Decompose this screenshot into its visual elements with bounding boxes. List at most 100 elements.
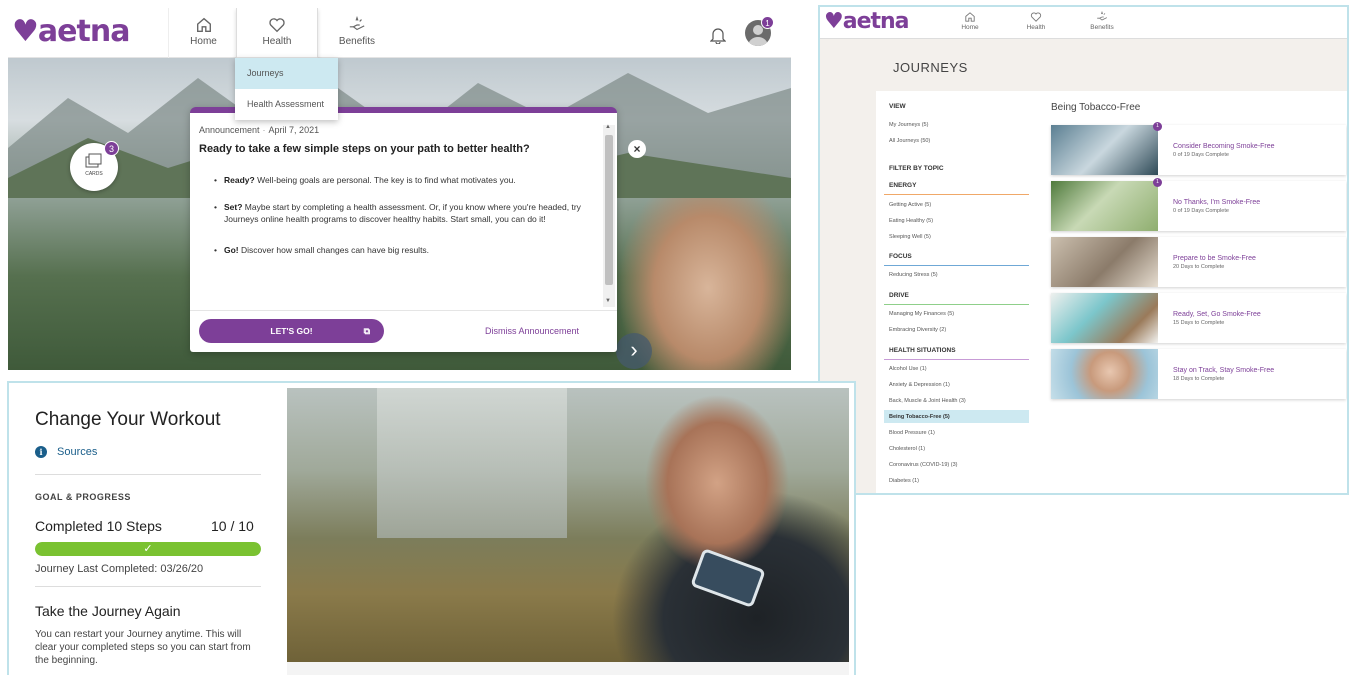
filter-item-selected[interactable]: Being Tobacco-Free (5) (889, 414, 950, 420)
journey-badge: 1 (1153, 122, 1162, 131)
announcement-date: April 7, 2021 (268, 125, 320, 135)
filter-item[interactable]: Getting Active (5) (889, 202, 931, 208)
journey-results: Being Tobacco-Free 1 Consider Becoming S… (1039, 91, 1347, 493)
nav-benefits-label: Benefits (1090, 24, 1114, 31)
close-icon[interactable]: × (628, 140, 646, 158)
workout-photo (287, 388, 849, 662)
journey-thumbnail (1051, 349, 1158, 399)
divider (35, 474, 261, 475)
filter-item[interactable]: Reducing Stress (5) (889, 272, 938, 278)
filter-item[interactable]: Embracing Diversity (2) (889, 327, 946, 333)
filter-item[interactable]: Diabetes (1) (889, 478, 919, 484)
nav-health[interactable]: Health (1016, 7, 1056, 39)
next-slide-button[interactable]: › (616, 333, 652, 369)
photo-footer-strip (287, 662, 849, 675)
filter-my-journeys[interactable]: My Journeys (5) (889, 122, 928, 128)
results-heading: Being Tobacco-Free (1051, 102, 1141, 113)
divider (190, 310, 617, 311)
menu-item-health-assessment[interactable]: Health Assessment (235, 89, 338, 120)
announcement-meta: Announcement · April 7, 2021 (199, 125, 320, 135)
info-icon[interactable]: i (35, 446, 47, 458)
filter-item[interactable]: Alcohol Use (1) (889, 366, 927, 372)
benefits-icon (1097, 11, 1107, 21)
home-icon (965, 12, 975, 22)
last-completed-date: Journey Last Completed: 03/26/20 (35, 563, 204, 575)
topic-divider (884, 359, 1029, 360)
journey-status: 18 Days to Complete (1173, 376, 1225, 382)
announcement-title: Ready to take a few simple steps on your… (199, 143, 530, 155)
home-icon (196, 17, 211, 32)
top-navigation: ♥aetna Home Health Benefits (820, 7, 1347, 39)
nav-health[interactable]: Health (236, 8, 318, 58)
notification-badge: 1 (761, 16, 774, 29)
journey-title: Stay on Track, Stay Smoke-Free (1173, 367, 1275, 374)
scroll-up-arrow-icon[interactable]: ▲ (605, 124, 611, 130)
journey-card[interactable]: Prepare to be Smoke-Free 20 Days to Comp… (1051, 237, 1346, 287)
journey-title: Consider Becoming Smoke-Free (1173, 143, 1275, 150)
journey-status: 0 of 19 Days Complete (1173, 208, 1229, 214)
aetna-logo[interactable]: ♥aetna (12, 14, 130, 49)
bullet-item: Ready? Well-being goals are personal. Th… (214, 174, 584, 187)
nav-home[interactable]: Home (168, 8, 238, 58)
divider (35, 586, 261, 587)
journey-card[interactable]: Ready, Set, Go Smoke-Free 15 Days to Com… (1051, 293, 1346, 343)
topic-divider (884, 265, 1029, 266)
progress-bar: ✓ (35, 542, 261, 556)
menu-item-journeys[interactable]: Journeys (235, 58, 338, 89)
journey-card[interactable]: 1 No Thanks, I'm Smoke-Free 0 of 19 Days… (1051, 178, 1346, 231)
topic-heading-energy: ENERGY (889, 182, 917, 189)
journey-title: Change Your Workout (35, 409, 221, 430)
scrollbar-thumb[interactable] (605, 135, 613, 285)
journey-thumbnail (1051, 181, 1158, 231)
filter-item[interactable]: Back, Muscle & Joint Health (3) (889, 398, 966, 404)
announcement-modal: Announcement · April 7, 2021 Ready to take… (190, 107, 617, 352)
progress-count: 10 / 10 (211, 518, 254, 534)
take-journey-again-text: You can restart your Journey anytime. Th… (35, 629, 251, 666)
benefits-icon (349, 16, 365, 31)
take-journey-again-heading: Take the Journey Again (35, 603, 181, 619)
filter-all-journeys[interactable]: All Journeys (50) (889, 138, 930, 144)
scroll-down-arrow-icon[interactable]: ▼ (605, 298, 611, 304)
journey-badge: 1 (1153, 178, 1162, 187)
nav-health-label: Health (1026, 24, 1046, 31)
filter-item[interactable]: Cholesterol (1) (889, 446, 925, 452)
filter-item[interactable]: Eating Healthy (5) (889, 218, 933, 224)
nav-home-label: Home (190, 36, 217, 47)
nav-health-label: Health (262, 36, 292, 47)
background-building (377, 388, 567, 538)
armband-phone (690, 547, 766, 609)
external-link-icon: ⧉ (363, 326, 370, 336)
filter-item[interactable]: Anxiety & Depression (1) (889, 382, 950, 388)
page-title: JOURNEYS (893, 60, 968, 75)
filter-item[interactable]: Blood Pressure (1) (889, 430, 935, 436)
view-heading: VIEW (889, 103, 906, 110)
filter-item[interactable]: Coronavirus (COVID-19) (3) (889, 462, 957, 468)
journey-status: 15 Days to Complete (1173, 320, 1225, 326)
bell-icon[interactable] (710, 26, 726, 44)
lets-go-button[interactable]: LET'S GO! ⧉ (199, 319, 384, 343)
journey-card[interactable]: Stay on Track, Stay Smoke-Free 18 Days t… (1051, 349, 1346, 399)
topic-heading-drive: DRIVE (889, 292, 909, 299)
cards-label: CARDS (85, 171, 103, 177)
nav-benefits[interactable]: Benefits (320, 8, 394, 58)
checkmark-icon: ✓ (143, 543, 153, 555)
filter-by-topic-heading: FILTER BY TOPIC (889, 165, 944, 172)
journey-status: 20 Days to Complete (1173, 264, 1225, 270)
nav-benefits[interactable]: Benefits (1082, 7, 1122, 39)
top-navigation: ♥aetna Home Health Benefits 1 (8, 8, 791, 58)
filter-sidebar: VIEW My Journeys (5) All Journeys (50) F… (876, 91, 1039, 493)
cards-icon (85, 153, 102, 168)
goal-progress-heading: GOAL & PROGRESS (35, 492, 131, 502)
filter-item[interactable]: Sleeping Well (5) (889, 234, 931, 240)
aetna-logo[interactable]: ♥aetna (824, 9, 910, 34)
journey-title: No Thanks, I'm Smoke-Free (1173, 199, 1261, 206)
journey-card[interactable]: 1 Consider Becoming Smoke-Free 0 of 19 D… (1051, 122, 1346, 175)
nav-home[interactable]: Home (950, 7, 990, 39)
journey-status: 0 of 19 Days Complete (1173, 152, 1229, 158)
sources-link[interactable]: Sources (57, 446, 97, 458)
journeys-panel: ♥aetna Home Health Benefits JOURNEYS VIE… (818, 5, 1349, 495)
nav-benefits-label: Benefits (338, 36, 376, 47)
journey-thumbnail (1051, 293, 1158, 343)
dismiss-announcement-link[interactable]: Dismiss Announcement (485, 326, 579, 336)
filter-item[interactable]: Managing My Finances (5) (889, 311, 954, 317)
